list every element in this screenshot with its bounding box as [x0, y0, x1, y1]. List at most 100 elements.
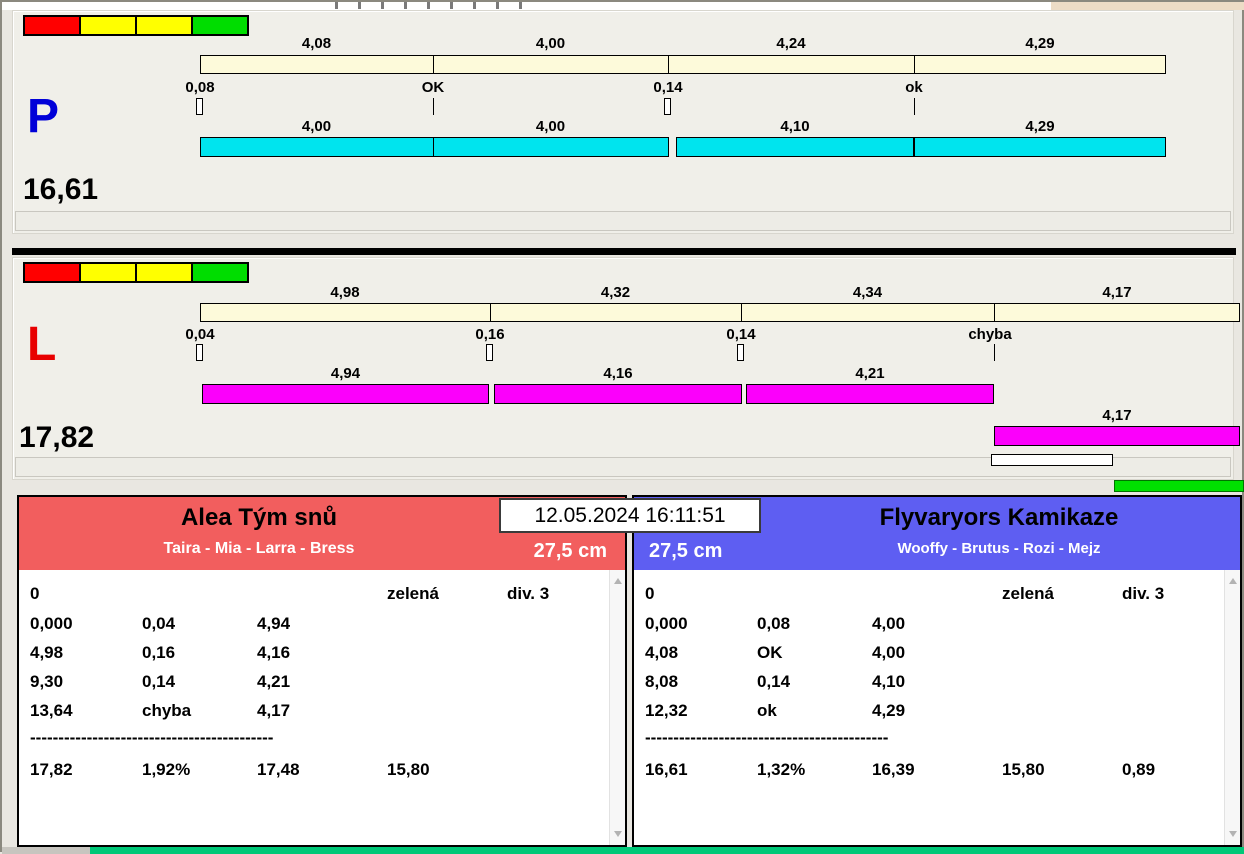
scroll-up-icon[interactable]: [614, 578, 622, 584]
change-value: chyba: [142, 701, 192, 720]
scrollbar[interactable]: [1224, 570, 1240, 845]
timestamp: 12.05.2024 16:11:51: [499, 498, 761, 533]
run-time: 4,29: [1025, 118, 1055, 135]
sensor-tick: [196, 98, 203, 115]
bottom-green-bar: [90, 847, 1244, 854]
net-time: 17,48: [257, 760, 300, 779]
window-edge-tick: [381, 2, 384, 9]
traffic-light-green: [191, 15, 249, 36]
change-value: 0,14: [757, 672, 791, 691]
split-bar-segment: [433, 55, 669, 74]
window-edge-tick: [473, 2, 476, 9]
window-top-strip: [2, 2, 1244, 10]
traffic-light-yellow-1: [79, 262, 137, 283]
cumulative-time: 12,32: [645, 701, 688, 720]
split-time: 4,32: [600, 284, 631, 301]
cumulative-time: 8,08: [645, 672, 679, 691]
team-name: Flyvaryors Kamikaze: [879, 504, 1119, 531]
run-value: 4,00: [872, 614, 906, 633]
run-value: 4,29: [872, 701, 906, 720]
reference-time: 15,80: [387, 760, 430, 779]
jump-height: 27,5 cm: [649, 540, 723, 562]
split-bar-segment: [914, 55, 1166, 74]
split-time: 4,17: [1102, 284, 1132, 301]
split-bar-segment: [668, 55, 915, 74]
sensor-tick: [994, 344, 995, 361]
empty-indicator-box: [991, 454, 1113, 466]
percentage: 1,32%: [757, 760, 806, 779]
scroll-down-icon[interactable]: [614, 831, 622, 837]
lane-p-panel: P 16,61 4,08 4,00 4,24 4,29 0,08 OK 0,14…: [12, 10, 1234, 234]
team-results-left: 0 zelená div. 3 0,000 0,04 4,94 4,98 0,1…: [19, 570, 625, 845]
cumulative-time: 0,000: [30, 614, 73, 633]
sensor-tick: [196, 344, 203, 361]
change-mark: 0,16: [475, 326, 505, 343]
lane-divider: [12, 248, 1236, 255]
net-time: 16,39: [872, 760, 915, 779]
cumulative-time: 0,000: [645, 614, 688, 633]
split-bar-segment: [200, 55, 434, 74]
team-panel-left: Alea Tým snů Taira - Mia - Larra - Bress…: [17, 495, 627, 847]
change-value: ok: [757, 701, 777, 720]
run-bar-segment: [494, 384, 742, 404]
split-time: 4,24: [776, 35, 806, 52]
window-edge-tick: [496, 2, 499, 9]
split-time: 4,00: [535, 35, 566, 52]
lane-l-total: 17,82: [19, 421, 95, 454]
run-value: 4,16: [257, 643, 291, 662]
change-mark: 0,08: [185, 79, 215, 96]
team-name: Alea Tým snů: [180, 504, 338, 531]
change-value: 0,14: [142, 672, 176, 691]
run-bar-segment: [433, 137, 669, 157]
background-window-fragment: [1051, 2, 1244, 10]
scroll-down-icon[interactable]: [1229, 831, 1237, 837]
team-members: Taira - Mia - Larra - Bress: [163, 540, 355, 557]
scroll-up-icon[interactable]: [1229, 578, 1237, 584]
change-value: 0,08: [757, 614, 791, 633]
window-edge-tick: [404, 2, 407, 9]
cumulative-time: 13,64: [30, 701, 73, 720]
window-edge-tick: [427, 2, 430, 9]
sensor-tick: [664, 98, 671, 115]
split-bar-segment: [200, 303, 491, 322]
run-bar-segment: [746, 384, 994, 404]
traffic-light-yellow-1: [79, 15, 137, 36]
total-time: 16,61: [645, 760, 688, 779]
run-bar-segment: [994, 426, 1240, 446]
status-flag: zelená: [1002, 584, 1054, 603]
run-time: 4,17: [1102, 407, 1132, 424]
run-value: 4,10: [872, 672, 906, 691]
window-edge-tick: [519, 2, 522, 9]
percentage: 1,92%: [142, 760, 191, 779]
split-time: 4,08: [301, 35, 332, 52]
team-panel-right: Flyvaryors Kamikaze Wooffy - Brutus - Ro…: [632, 495, 1242, 847]
traffic-light-yellow-2: [135, 262, 193, 283]
sensor-tick: [737, 344, 744, 361]
difference-time: 0,89: [1122, 760, 1156, 779]
run-bar-segment: [676, 137, 914, 157]
change-mark: 0,14: [726, 326, 756, 343]
sensor-tick: [486, 344, 493, 361]
team-members: Wooffy - Brutus - Rozi - Mejz: [897, 540, 1101, 557]
cumulative-time: 4,98: [30, 643, 64, 662]
traffic-light-p: [23, 15, 249, 36]
change-mark: 0,04: [185, 326, 215, 343]
status-flag: zelená: [387, 584, 439, 603]
window-edge-tick: [358, 2, 361, 9]
run-value: 4,21: [257, 672, 291, 691]
scrollbar[interactable]: [609, 570, 625, 845]
separator-dashes: ----------------------------------------…: [30, 728, 274, 747]
window-edge-tick: [450, 2, 453, 9]
team-results-right: 0 zelená div. 3 0,000 0,08 4,00 4,08 OK …: [634, 570, 1240, 845]
run-time: 4,00: [301, 118, 332, 135]
split-bar-segment: [490, 303, 742, 322]
run-bar-segment: [200, 137, 434, 157]
run-value: 4,94: [257, 614, 291, 633]
change-value: OK: [757, 643, 783, 662]
traffic-light-yellow-2: [135, 15, 193, 36]
change-mark: ok: [905, 79, 923, 96]
cumulative-time: 9,30: [30, 672, 64, 691]
traffic-light-red: [23, 15, 81, 36]
reference-time: 15,80: [1002, 760, 1045, 779]
split-time: 4,29: [1025, 35, 1055, 52]
